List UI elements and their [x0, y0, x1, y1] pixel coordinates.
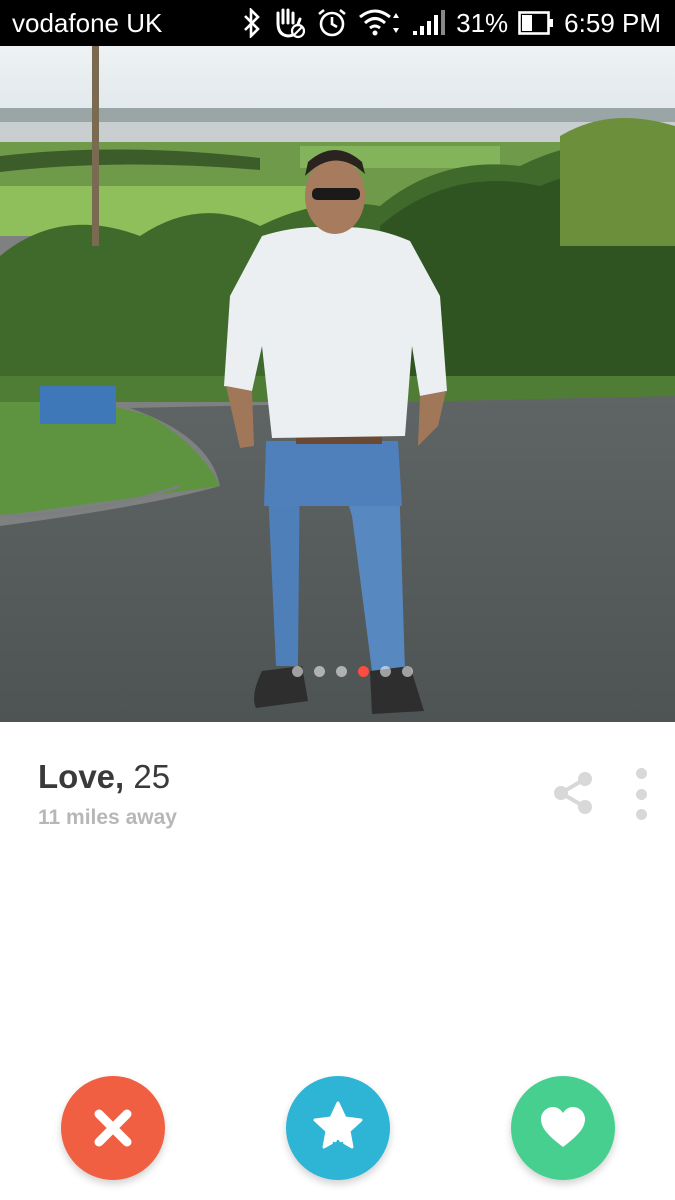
photo-pagination [0, 666, 675, 677]
share-button[interactable] [550, 770, 596, 816]
profile-distance: 11 miles away [38, 806, 177, 829]
star-icon [313, 1101, 363, 1157]
close-icon [94, 1109, 132, 1147]
alarm-icon [316, 7, 348, 39]
photo-dot[interactable] [314, 666, 325, 677]
carrier-name: vodafone UK [12, 8, 163, 38]
photo-dot-active[interactable] [358, 666, 369, 677]
clock: 6:59 PM [564, 7, 661, 38]
status-icons: 31% 6:59 PM [242, 0, 661, 46]
nope-button[interactable] [61, 1076, 165, 1180]
profile-photo-image [0, 46, 675, 722]
status-bar: vodafone UK 31% 6:59 PM [0, 0, 675, 46]
photo-dot[interactable] [402, 666, 413, 677]
more-options-button[interactable] [630, 768, 652, 820]
battery-icon [518, 10, 554, 36]
profile-age: 25 [133, 758, 171, 795]
wifi-icon [358, 7, 402, 39]
signal-icon [412, 9, 446, 37]
more-dot [635, 768, 647, 779]
photo-dot[interactable] [336, 666, 347, 677]
super-like-button[interactable] [286, 1076, 390, 1180]
bluetooth-icon [242, 8, 262, 38]
profile-photo[interactable] [0, 46, 675, 722]
battery-percentage: 31% [456, 7, 509, 38]
profile-info: Love, 25 11 miles away [38, 758, 177, 830]
photo-dot[interactable] [292, 666, 303, 677]
profile-heading: Love, 25 [38, 758, 177, 796]
do-not-disturb-hand-icon [272, 7, 306, 39]
share-icon [554, 772, 592, 814]
more-dot [635, 809, 647, 820]
like-button[interactable] [511, 1076, 615, 1180]
photo-dot[interactable] [380, 666, 391, 677]
heart-icon [541, 1107, 585, 1147]
profile-name: Love, [38, 758, 125, 795]
more-dot [635, 788, 647, 800]
